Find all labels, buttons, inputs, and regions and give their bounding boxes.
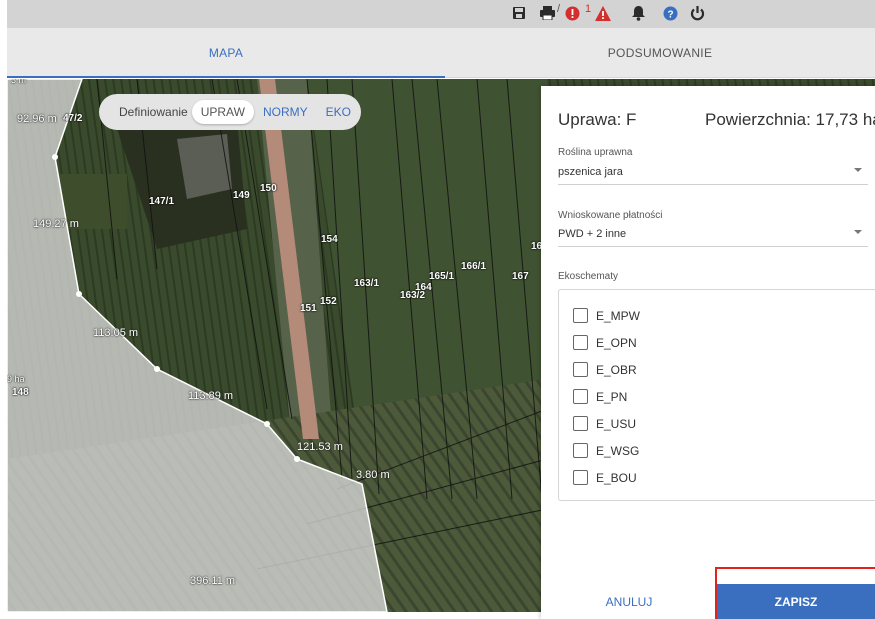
checkbox[interactable] [573,362,588,377]
mode-switch: Definiowanie UPRAW NORMY EKO [99,94,361,130]
ecoscheme-item[interactable]: E_USU [573,416,636,431]
toolbar-separator: / [557,3,561,15]
ecoscheme-item[interactable]: E_BOU [573,470,637,485]
distance-label: 113.05 m [93,327,139,339]
tab-bar: MAPA PODSUMOWANIE [7,28,875,78]
payments-field-label: Wnioskowane płatności [558,210,663,221]
ecoschemes-list: E_MPW E_OPN E_OBR E_PN E_USU E_WSG E_BOU [558,289,875,501]
cancel-button[interactable]: ANULUJ [541,584,717,619]
parcel-label: 167 [512,271,529,282]
distance-label: 113.89 m [188,390,234,402]
top-toolbar: / 1 1 ? [7,0,875,28]
plant-select[interactable]: pszenica jara [558,166,868,185]
checkbox[interactable] [573,470,588,485]
ecoscheme-label: E_OBR [596,362,637,377]
ecoscheme-label: E_OPN [596,335,637,350]
ecoscheme-item[interactable]: E_OPN [573,335,637,350]
chevron-down-icon [854,168,862,172]
distance-label: 3.80 m [356,469,390,481]
bell-icon[interactable] [630,5,646,21]
save-button[interactable]: ZAPISZ [717,584,875,619]
print-icon[interactable] [539,5,555,21]
plant-select-value: pszenica jara [558,166,623,178]
distance-label: 3 m [11,79,27,85]
mode-upraw-button[interactable]: UPRAW [191,100,254,124]
ecoscheme-label: E_BOU [596,470,637,485]
parcel-label: 150 [260,183,277,194]
distance-label: 396.11 m [190,575,236,587]
checkbox[interactable] [573,389,588,404]
parcel-label: 147/1 [149,196,175,207]
ecoscheme-item[interactable]: E_WSG [573,443,639,458]
ecoscheme-label: E_MPW [596,308,641,323]
parcel-label: 47/2 [63,113,83,124]
distance-label: 92.96 m [17,113,57,125]
ecoscheme-item[interactable]: E_OBR [573,362,637,377]
distance-label: 121.53 m [297,441,343,453]
help-icon[interactable]: ? [662,5,678,21]
power-icon[interactable] [689,5,705,21]
mode-switch-label: Definiowanie [119,105,188,119]
checkbox[interactable] [573,416,588,431]
parcel-label: 165/1 [429,271,455,282]
ecoscheme-item[interactable]: E_PN [573,389,627,404]
crop-details-panel: Uprawa: F Powierzchnia: 17,73 ha Roślina… [541,86,875,619]
distance-label: 149.27 m [33,218,79,230]
error-icon[interactable] [564,5,580,21]
ecoscheme-label: E_WSG [596,443,640,458]
parcel-label: 152 [320,296,337,307]
crop-title: Uprawa: F [558,110,637,129]
ecoscheme-label: E_USU [596,416,637,431]
svg-text:?: ? [667,9,673,20]
ecoschemes-label: Ekoschematy [558,271,619,282]
plant-field-label: Roślina uprawna [558,147,633,158]
ecoscheme-item[interactable]: E_MPW [573,308,640,323]
parcel-label: 149 [233,190,250,201]
mode-eko-button[interactable]: EKO [317,100,360,124]
parcel-label: 166/1 [461,261,487,272]
checkbox[interactable] [573,308,588,323]
ecoscheme-label: E_PN [596,389,628,404]
parcel-label: 154 [321,234,338,245]
chevron-down-icon [854,230,862,234]
tab-summary[interactable]: PODSUMOWANIE [445,28,875,78]
parcel-label: 164 [415,282,432,293]
payments-select-value: PWD + 2 inne [558,228,627,240]
mode-normy-button[interactable]: NORMY [254,100,317,124]
area-title: Powierzchnia: 17,73 ha [705,110,875,129]
error-count: 1 [585,3,592,15]
checkbox[interactable] [573,443,588,458]
warning-icon[interactable] [595,5,611,21]
parcel-label: 148 [12,387,29,398]
active-tab-indicator [7,76,445,78]
tab-map[interactable]: MAPA [7,28,445,78]
parcel-label: 163/1 [354,278,380,289]
parcel-label: 151 [300,303,317,314]
checkbox[interactable] [573,335,588,350]
save-icon[interactable] [511,5,527,21]
payments-select[interactable]: PWD + 2 inne [558,228,868,247]
area-label: 9 ha [7,374,25,384]
